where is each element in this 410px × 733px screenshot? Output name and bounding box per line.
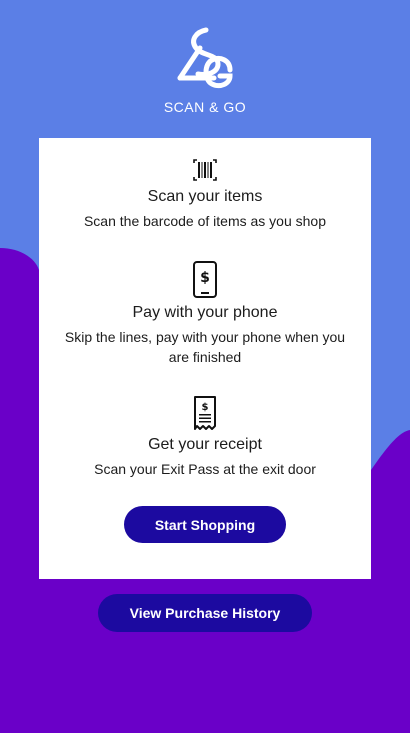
step-pay-phone: $ Pay with your phone Skip the lines, pa… [39,261,371,367]
step-get-receipt: $ Get your receipt Scan your Exit Pass a… [39,396,371,479]
step-title: Scan your items [147,188,263,205]
step-description: Skip the lines, pay with your phone when… [64,329,346,365]
barcode-icon [193,159,217,181]
svg-text:$: $ [200,270,210,286]
svg-text:$: $ [202,402,209,413]
receipt-icon: $ [194,396,216,430]
app-logo: SCAN & GO [0,26,410,115]
onboarding-card: Scan your items Scan the barcode of item… [39,138,371,579]
view-purchase-history-button[interactable]: View Purchase History [98,594,312,632]
step-title: Pay with your phone [132,304,278,321]
logo-text: SCAN & GO [163,99,247,115]
step-scan-items: Scan your items Scan the barcode of item… [39,158,371,231]
step-description: Scan your Exit Pass at the exit door [94,461,316,477]
phone-dollar-icon: $ [193,261,217,298]
step-title: Get your receipt [148,436,262,453]
start-shopping-button[interactable]: Start Shopping [124,506,286,543]
sg-logo-icon [177,27,233,89]
step-description: Scan the barcode of items as you shop [83,213,327,229]
